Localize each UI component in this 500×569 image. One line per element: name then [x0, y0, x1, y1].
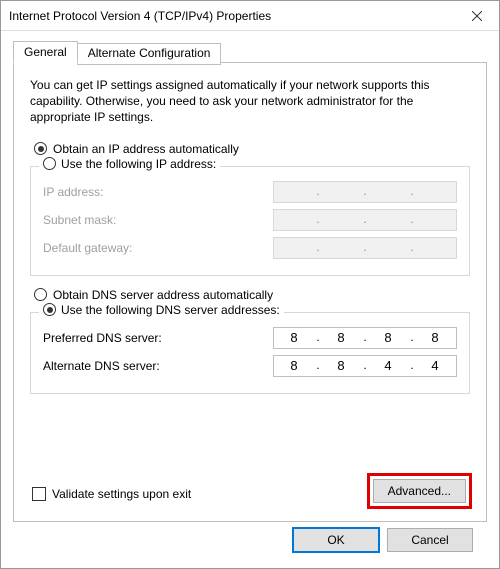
tab-strip: General Alternate Configuration — [13, 41, 487, 63]
checkbox-label: Validate settings upon exit — [52, 487, 191, 501]
description-text: You can get IP settings assigned automat… — [30, 77, 470, 126]
radio-dns-manual[interactable]: Use the following DNS server addresses: — [39, 303, 284, 317]
octet[interactable]: 8 — [274, 330, 315, 345]
dialog-content: General Alternate Configuration You can … — [1, 31, 499, 564]
label-ip-address: IP address: — [43, 185, 103, 199]
advanced-highlight: Advanced... — [367, 473, 472, 509]
octet[interactable]: 8 — [415, 330, 456, 345]
group-ip-manual: Use the following IP address: IP address… — [30, 166, 470, 276]
octet[interactable]: 4 — [415, 358, 456, 373]
input-gateway: ... — [273, 237, 457, 259]
octet[interactable]: 8 — [368, 330, 409, 345]
input-ip-address: ... — [273, 181, 457, 203]
radio-icon — [34, 142, 47, 155]
close-button[interactable] — [454, 1, 499, 31]
radio-icon — [43, 157, 56, 170]
radio-label: Obtain an IP address automatically — [53, 142, 239, 156]
checkbox-icon — [32, 487, 46, 501]
advanced-button[interactable]: Advanced... — [373, 479, 466, 503]
radio-icon — [43, 303, 56, 316]
checkbox-validate[interactable]: Validate settings upon exit — [32, 487, 191, 501]
close-icon — [472, 11, 482, 21]
radio-dns-auto[interactable]: Obtain DNS server address automatically — [34, 288, 470, 302]
octet[interactable]: 8 — [321, 358, 362, 373]
dialog-button-row: OK Cancel — [13, 522, 487, 552]
label-gateway: Default gateway: — [43, 241, 132, 255]
group-dns-manual: Use the following DNS server addresses: … — [30, 312, 470, 394]
tab-general[interactable]: General — [13, 41, 78, 63]
input-preferred-dns[interactable]: 8. 8. 8. 8 — [273, 327, 457, 349]
radio-ip-auto[interactable]: Obtain an IP address automatically — [34, 142, 470, 156]
label-preferred-dns: Preferred DNS server: — [43, 331, 162, 345]
label-subnet: Subnet mask: — [43, 213, 116, 227]
radio-ip-manual[interactable]: Use the following IP address: — [39, 157, 220, 171]
radio-icon — [34, 288, 47, 301]
ok-button[interactable]: OK — [293, 528, 379, 552]
radio-label: Use the following IP address: — [61, 157, 216, 171]
input-subnet: ... — [273, 209, 457, 231]
octet[interactable]: 8 — [321, 330, 362, 345]
octet[interactable]: 4 — [368, 358, 409, 373]
window-title: Internet Protocol Version 4 (TCP/IPv4) P… — [9, 9, 271, 23]
tab-panel-general: You can get IP settings assigned automat… — [13, 62, 487, 522]
radio-label: Use the following DNS server addresses: — [61, 303, 280, 317]
label-alternate-dns: Alternate DNS server: — [43, 359, 160, 373]
input-alternate-dns[interactable]: 8. 8. 4. 4 — [273, 355, 457, 377]
tab-alternate[interactable]: Alternate Configuration — [77, 43, 222, 65]
radio-label: Obtain DNS server address automatically — [53, 288, 273, 302]
titlebar: Internet Protocol Version 4 (TCP/IPv4) P… — [1, 1, 499, 31]
octet[interactable]: 8 — [274, 358, 315, 373]
cancel-button[interactable]: Cancel — [387, 528, 473, 552]
